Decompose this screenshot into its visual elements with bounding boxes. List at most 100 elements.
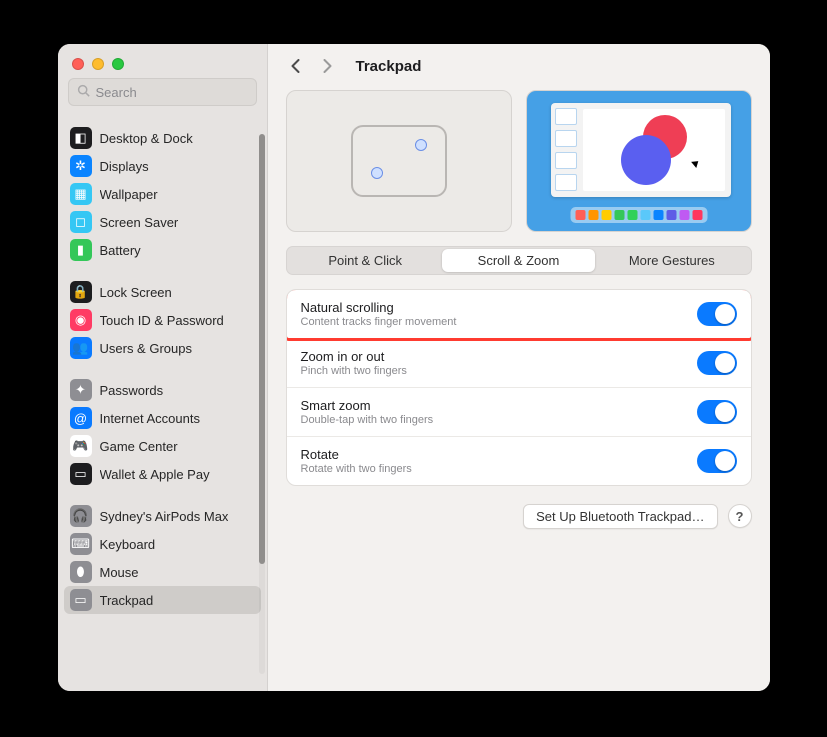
dock-app-icon [692,210,702,220]
passwords-icon: ✦ [70,379,92,401]
fullscreen-window-button[interactable] [112,58,124,70]
preview-app-window [551,103,731,197]
displays-icon: ✲ [70,155,92,177]
search-input[interactable] [96,85,248,100]
sidebar-item-label: Users & Groups [100,341,192,356]
touch-id-password-icon: ◉ [70,309,92,331]
setting-title: Rotate [301,447,412,462]
settings-window: ◧ Desktop & Dock ✲ Displays ▦ Wallpaper ◻ Scree… [58,44,770,691]
sidebar-item-wallpaper[interactable]: ▦ Wallpaper [64,180,261,208]
sidebar-item-label: Touch ID & Password [100,313,224,328]
dock-app-icon [653,210,663,220]
setting-title: Natural scrolling [301,300,457,315]
setting-zoom-in-or-out: Zoom in or outPinch with two fingers [287,338,751,387]
dock-app-icon [666,210,676,220]
sidebar-item-internet-accounts[interactable]: @ Internet Accounts [64,404,261,432]
sidebar-item-label: Desktop & Dock [100,131,193,146]
dock-app-icon [627,210,637,220]
tab-bar: Point & ClickScroll & ZoomMore Gestures [286,246,752,275]
sidebar-item-passwords[interactable]: ✦ Passwords [64,376,261,404]
search-field[interactable] [68,78,257,106]
main-header: Trackpad [268,44,770,84]
setting-smart-zoom: Smart zoomDouble-tap with two fingers [287,387,751,436]
dock-app-icon [601,210,611,220]
footer-row: Set Up Bluetooth Trackpad… ? [286,504,752,529]
wallpaper-icon: ▦ [70,183,92,205]
tab-more-gestures[interactable]: More Gestures [595,249,748,272]
settings-panel: Natural scrollingContent tracks finger m… [286,289,752,486]
sidebar-item-lock-screen[interactable]: 🔒 Lock Screen [64,278,261,306]
sidebar-item-label: Wallet & Apple Pay [100,467,210,482]
sidebar-item-label: Displays [100,159,149,174]
sidebar-item-label: Trackpad [100,593,154,608]
sidebar-item-wallet-apple-pay[interactable]: ▭ Wallet & Apple Pay [64,460,261,488]
sidebar: ◧ Desktop & Dock ✲ Displays ▦ Wallpaper ◻ Scree… [58,44,268,691]
users-groups-icon: 👥 [70,337,92,359]
cursor-icon [691,158,701,168]
main-pane: Trackpad [268,44,770,691]
toggle-rotate[interactable] [697,449,737,473]
dock-app-icon [679,210,689,220]
setup-bluetooth-trackpad-button[interactable]: Set Up Bluetooth Trackpad… [523,504,717,529]
close-window-button[interactable] [72,58,84,70]
setting-natural-scrolling: Natural scrollingContent tracks finger m… [287,290,751,338]
sidebar-item-touch-id-password[interactable]: ◉ Touch ID & Password [64,306,261,334]
lock-screen-icon: 🔒 [70,281,92,303]
sidebar-item-mouse[interactable]: ⬮ Mouse [64,558,261,586]
window-controls [58,44,267,78]
sidebar-item-users-groups[interactable]: 👥 Users & Groups [64,334,261,362]
forward-button[interactable] [318,56,338,76]
wallet-apple-pay-icon: ▭ [70,463,92,485]
sidebar-item-battery[interactable]: ▮Battery [64,236,261,264]
setting-title: Smart zoom [301,398,434,413]
sidebar-item-label: Battery [100,243,141,258]
sidebar-scrollbar[interactable] [259,134,265,674]
trackpad-illustration [351,125,447,197]
toggle-natural-scrolling[interactable] [697,302,737,326]
sidebar-item-label: Game Center [100,439,178,454]
desktop-dock-icon: ◧ [70,127,92,149]
setting-subtitle: Content tracks finger movement [301,316,457,328]
sidebar-item-sydney-s-airpods-max[interactable]: 🎧 Sydney's AirPods Max [64,502,261,530]
trackpad-icon: ▭ [70,589,92,611]
page-title: Trackpad [356,58,422,75]
sidebar-item-label: Lock Screen [100,285,172,300]
dock-app-icon [575,210,585,220]
dock-app-icon [640,210,650,220]
desktop-preview [526,90,752,232]
sidebar-item-game-center[interactable]: 🎮 Game Center [64,432,261,460]
sidebar-item-label: Wallpaper [100,187,158,202]
toggle-zoom-in-or-out[interactable] [697,351,737,375]
dock-preview [570,207,707,223]
setting-title: Zoom in or out [301,349,407,364]
setting-rotate: RotateRotate with two fingers [287,436,751,485]
sidebar-item-trackpad[interactable]: ▭ Trackpad [64,586,261,614]
scrollbar-thumb[interactable] [259,134,265,564]
game-center-icon: 🎮 [70,435,92,457]
internet-accounts-icon: @ [70,407,92,429]
sidebar-item-keyboard[interactable]: ⌨Keyboard [64,530,261,558]
tab-point-click[interactable]: Point & Click [289,249,442,272]
help-button[interactable]: ? [728,504,752,528]
preview-row [286,90,752,232]
sidebar-item-desktop-dock[interactable]: ◧ Desktop & Dock [64,124,261,152]
sidebar-item-displays[interactable]: ✲ Displays [64,152,261,180]
screen-saver-icon: ◻ [70,211,92,233]
sidebar-item-label: Sydney's AirPods Max [100,509,229,524]
sidebar-item-label: Screen Saver [100,215,179,230]
sidebar-item-label: Keyboard [100,537,156,552]
dock-app-icon [614,210,624,220]
sidebar-item-label: Passwords [100,383,164,398]
search-icon [77,84,90,100]
back-button[interactable] [286,56,306,76]
sidebar-item-label: Internet Accounts [100,411,200,426]
minimize-window-button[interactable] [92,58,104,70]
sidebar-item-screen-saver[interactable]: ◻ Screen Saver [64,208,261,236]
mouse-icon: ⬮ [70,561,92,583]
tab-scroll-zoom[interactable]: Scroll & Zoom [442,249,595,272]
toggle-smart-zoom[interactable] [697,400,737,424]
dock-app-icon [588,210,598,220]
sydney-s-airpods-max-icon: 🎧 [70,505,92,527]
sidebar-item-label: Mouse [100,565,139,580]
finger-dot-icon [415,139,427,151]
